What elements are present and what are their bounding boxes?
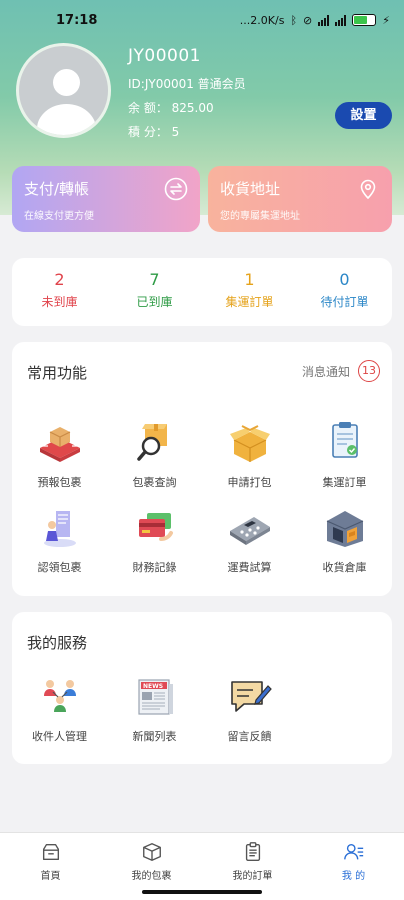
claim-parcel-icon <box>43 511 76 547</box>
parcel-search-icon <box>136 424 167 461</box>
parcel-forecast-icon <box>39 427 80 462</box>
service-label: 收件人管理 <box>32 730 87 743</box>
stat-consolidated-orders[interactable]: 1 集運訂單 <box>202 258 297 326</box>
stat-count: 7 <box>149 270 160 289</box>
service-recipient-management[interactable]: 收件人管理 <box>12 674 107 759</box>
network-speed: ...2.0K/s <box>239 13 285 27</box>
function-claim-parcel[interactable]: 認領包裹 <box>12 505 107 590</box>
avatar-head-shape <box>53 69 80 96</box>
function-label: 集運訂單 <box>322 476 367 489</box>
function-label: 申請打包 <box>227 476 272 489</box>
shipping-address-subtitle: 您的專屬集運地址 <box>220 211 300 222</box>
service-label: 新聞列表 <box>132 730 177 743</box>
service-feedback[interactable]: 留言反饋 <box>202 674 297 759</box>
function-receiving-warehouse[interactable]: 收貨倉庫 <box>297 505 392 590</box>
function-parcel-forecast[interactable]: 預報包裹 <box>12 420 107 505</box>
avatar[interactable] <box>16 43 111 138</box>
function-label: 預報包裹 <box>37 476 82 489</box>
function-parcel-search[interactable]: 包裹查詢 <box>107 420 202 505</box>
status-time: 17:18 <box>56 12 98 28</box>
user-id: ID:JY00001 普通会员 <box>128 77 246 91</box>
home-indicator[interactable] <box>142 890 262 894</box>
tab-me[interactable]: 我 的 <box>303 833 404 900</box>
finance-card-icon <box>138 513 173 541</box>
function-label: 運費試算 <box>227 561 272 574</box>
orders-icon <box>245 842 260 861</box>
common-functions-panel: 常用功能 消息通知 13 預報包裹 包裹查詢 申請打包 集運訂單 認領包裹 財務… <box>12 342 392 596</box>
function-label: 收貨倉庫 <box>322 561 367 574</box>
my-services-title: 我的服務 <box>27 634 88 652</box>
common-functions-grid: 預報包裹 包裹查詢 申請打包 集運訂單 認領包裹 財務記錄 運費試算 收貨倉庫 <box>12 420 392 590</box>
tab-label: 首頁 <box>40 871 61 882</box>
bluetooth-icon: ᛒ <box>290 13 298 27</box>
stat-label: 待付訂單 <box>320 295 369 309</box>
signal-icon <box>318 14 330 26</box>
stat-count: 2 <box>54 270 65 289</box>
clipboard-icon <box>331 422 358 458</box>
mute-icon: ⊘ <box>303 13 313 27</box>
avatar-body-shape <box>37 104 96 135</box>
user-name: JY00001 <box>128 46 201 66</box>
feedback-icon <box>230 681 272 712</box>
function-freight-estimate[interactable]: 運費試算 <box>202 505 297 590</box>
user-balance: 余 额： 825.00 <box>128 101 214 115</box>
stat-label: 未到庫 <box>41 295 78 309</box>
notifications-label: 消息通知 <box>301 364 350 379</box>
svg-text:NEWS: NEWS <box>143 683 163 690</box>
pay-transfer-card[interactable]: 支付/轉帳 在線支付更方便 <box>12 166 200 232</box>
status-bar: 17:18 ...2.0K/s ᛒ ⊘ ⚡ <box>0 0 404 40</box>
notification-count-badge: 13 <box>358 360 380 382</box>
signal-icon-2 <box>335 14 347 26</box>
notifications-button[interactable]: 消息通知 13 <box>302 360 380 382</box>
service-label: 留言反饋 <box>227 730 272 743</box>
tab-home[interactable]: 首頁 <box>0 833 101 900</box>
stat-label: 已到庫 <box>136 295 173 309</box>
box-icon <box>142 843 161 861</box>
my-services-panel: 我的服務 收件人管理 NEWS 新聞列表 留言反饋 <box>12 612 392 764</box>
profile-icon <box>343 843 363 860</box>
exchange-icon <box>164 177 188 201</box>
tab-label: 我的包裹 <box>131 871 172 882</box>
tab-label: 我的訂單 <box>232 871 273 882</box>
stat-count: 1 <box>244 270 255 289</box>
my-services-grid: 收件人管理 NEWS 新聞列表 留言反饋 <box>12 674 392 759</box>
tab-label: 我 的 <box>341 871 366 882</box>
function-consolidated-orders[interactable]: 集運訂單 <box>297 420 392 505</box>
function-label: 認領包裹 <box>37 561 82 574</box>
function-apply-packing[interactable]: 申請打包 <box>202 420 297 505</box>
charging-icon: ⚡ <box>382 13 390 27</box>
calculator-icon <box>229 517 270 545</box>
pay-transfer-subtitle: 在線支付更方便 <box>24 211 94 222</box>
settings-button[interactable]: 設置 <box>335 102 392 129</box>
stat-not-arrived[interactable]: 2 未到庫 <box>12 258 107 326</box>
service-news-list[interactable]: NEWS 新聞列表 <box>107 674 202 759</box>
stat-pending-payment[interactable]: 0 待付訂單 <box>297 258 392 326</box>
function-label: 包裹查詢 <box>132 476 177 489</box>
stat-arrived[interactable]: 7 已到庫 <box>107 258 202 326</box>
order-stats-panel: 2 未到庫 7 已到庫 1 集運訂單 0 待付訂單 <box>12 258 392 326</box>
function-finance-records[interactable]: 財務記錄 <box>107 505 202 590</box>
shipping-address-card[interactable]: 收貨地址 您的專屬集運地址 <box>208 166 392 232</box>
location-pin-icon <box>360 179 376 200</box>
warehouse-icon <box>326 511 363 547</box>
recipients-icon <box>43 680 76 712</box>
stat-count: 0 <box>339 270 350 289</box>
packing-icon <box>229 425 270 462</box>
news-icon: NEWS <box>137 679 173 715</box>
user-points: 積 分： 5 <box>128 125 180 139</box>
home-icon <box>42 843 59 861</box>
function-label: 財務記錄 <box>132 561 177 574</box>
battery-icon <box>352 14 377 26</box>
common-functions-title: 常用功能 <box>27 364 88 382</box>
stat-label: 集運訂單 <box>225 295 274 309</box>
